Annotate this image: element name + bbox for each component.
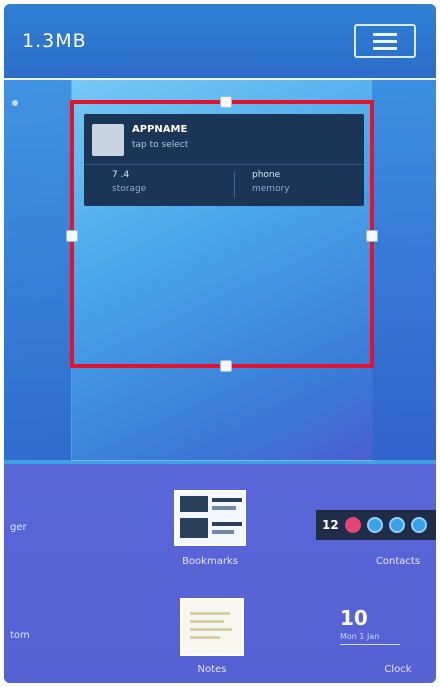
widget-resize-frame[interactable] [66, 96, 378, 372]
badge-number: 12 [322, 518, 339, 532]
page-title: 1.3MB [22, 30, 87, 52]
bookmarks-widget-thumbnail[interactable] [174, 490, 246, 546]
thumb-block [180, 496, 208, 512]
next-page-preview[interactable] [372, 80, 436, 460]
previous-page-preview[interactable] [4, 80, 72, 460]
phone-screen: 1.3MB APPNAME tap to select 7 .4 storage… [4, 4, 436, 683]
contacts-widget-label: Contacts [375, 556, 421, 567]
clock-time: 10 [340, 606, 368, 630]
header-bar: 1.3MB [4, 4, 436, 80]
notes-widget-thumbnail[interactable] [180, 598, 244, 656]
contact-icon [410, 517, 427, 533]
note-line [190, 636, 220, 639]
contact-icon [388, 517, 405, 533]
note-line [190, 612, 230, 615]
thumb-line [212, 522, 242, 526]
heart-icon [344, 517, 361, 533]
thumb-block [180, 518, 208, 538]
thumb-line [212, 530, 234, 534]
bookmarks-widget-label: Bookmarks [182, 556, 238, 567]
resize-handle-bottom[interactable] [220, 360, 232, 372]
widget-tray: ger tom Bookmarks 12 Contacts Notes 10 M… [4, 464, 436, 683]
note-line [190, 620, 224, 623]
thumb-line [212, 506, 236, 510]
clock-widget-label: Clock [384, 664, 412, 675]
clock-widget-thumbnail[interactable]: 10 Mon 1 Jan [340, 604, 412, 654]
contact-icon [366, 517, 383, 533]
contacts-widget-thumbnail[interactable]: 12 [316, 510, 436, 540]
notes-widget-label: Notes [197, 664, 227, 675]
thumb-line [212, 498, 242, 502]
resize-handle-right[interactable] [366, 230, 378, 242]
note-line [190, 628, 232, 631]
clock-rule [340, 644, 400, 645]
page-dot [12, 100, 18, 106]
partial-item-label-2: tom [10, 630, 30, 641]
menu-icon[interactable] [354, 24, 416, 58]
clock-date: Mon 1 Jan [340, 632, 380, 641]
partial-item-label-1: ger [10, 522, 27, 533]
resize-handle-top[interactable] [220, 96, 232, 108]
resize-handle-left[interactable] [66, 230, 78, 242]
